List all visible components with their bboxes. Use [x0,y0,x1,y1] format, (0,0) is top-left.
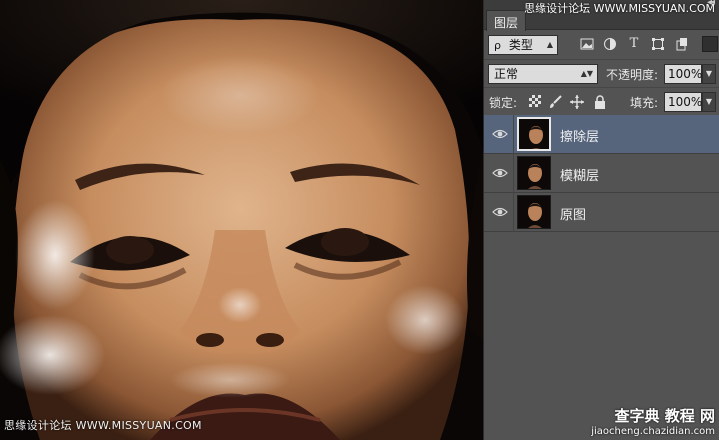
fill-label: 填充: [630,96,659,110]
opacity-value: 100% [668,67,703,81]
layer-thumbnail[interactable] [517,156,551,190]
select-arrows-icon: ▲ [546,40,553,49]
filter-toggle-icon[interactable] [702,36,718,52]
search-icon: ρ [494,39,501,52]
layer-filter-row: ρ 类型 ▲ T [484,30,719,60]
watermark-bottom-sub: jiaocheng.chazidian.com [591,426,715,437]
layer-thumbnail[interactable] [517,195,551,229]
lock-all-icon[interactable] [593,95,607,109]
shape-filter-icon[interactable] [651,37,665,51]
type-filter-icon[interactable]: T [627,37,641,51]
watermark-top: 思缘设计论坛 WWW.MISSYUAN.COM [524,2,715,15]
filter-kind-select[interactable]: ρ 类型 ▲ [488,35,558,55]
watermark-bottom-main: 查字典 教程 网 [614,407,715,425]
layer-name[interactable]: 模糊层 [560,165,599,184]
lock-image-pixels-brush-icon[interactable] [548,95,562,109]
opacity-dropdown-arrow[interactable]: ▼ [702,64,716,84]
eye-visibility-icon[interactable] [492,126,508,142]
adjustment-filter-icon[interactable] [603,37,617,51]
fill-value: 100% [668,95,703,109]
lock-transparent-pixels-icon[interactable] [528,95,542,109]
layer-thumbnail[interactable] [517,117,551,151]
layer-name[interactable]: 擦除层 [560,126,599,145]
opacity-label: 不透明度: [606,68,659,82]
select-arrows-icon: ▲▼ [580,69,593,78]
filter-kind-label: 类型 [508,38,533,52]
layers-panel: ◂◂ 图层 思缘设计论坛 WWW.MISSYUAN.COM ρ 类型 ▲ T 正… [483,0,719,440]
document-canvas[interactable]: 思缘设计论坛 WWW.MISSYUAN.COM [0,0,483,440]
tab-layers[interactable]: 图层 [486,10,527,31]
layer-name[interactable]: 原图 [560,204,586,223]
fill-input[interactable]: 100% [664,92,702,112]
layers-list: 擦除层 模糊层 原图 [484,115,719,232]
blend-mode-select[interactable]: 正常 ▲▼ [488,64,598,84]
watermark-bottom: 查字典 教程 网 jiaocheng.chazidian.com [591,409,715,437]
panel-tab-bar: 图层 思缘设计论坛 WWW.MISSYUAN.COM [484,2,719,31]
layer-row-erase[interactable]: 擦除层 [484,115,719,154]
opacity-input[interactable]: 100% [664,64,702,84]
layer-row-blur[interactable]: 模糊层 [484,154,719,193]
eye-visibility-icon[interactable] [492,165,508,181]
blend-mode-value: 正常 [494,67,519,81]
portrait-photo [0,0,483,440]
lock-fill-row: 锁定: 填充: 100% ▼ [484,88,719,116]
smart-object-filter-icon[interactable] [675,37,689,51]
image-filter-icon[interactable] [580,37,594,51]
lock-label: 锁定: [489,96,518,110]
watermark-left: 思缘设计论坛 WWW.MISSYUAN.COM [4,419,202,432]
blend-opacity-row: 正常 ▲▼ 不透明度: 100% ▼ [484,60,719,88]
layer-row-original[interactable]: 原图 [484,193,719,232]
fill-dropdown-arrow[interactable]: ▼ [702,92,716,112]
eye-visibility-icon[interactable] [492,204,508,220]
lock-position-move-icon[interactable] [570,95,584,109]
